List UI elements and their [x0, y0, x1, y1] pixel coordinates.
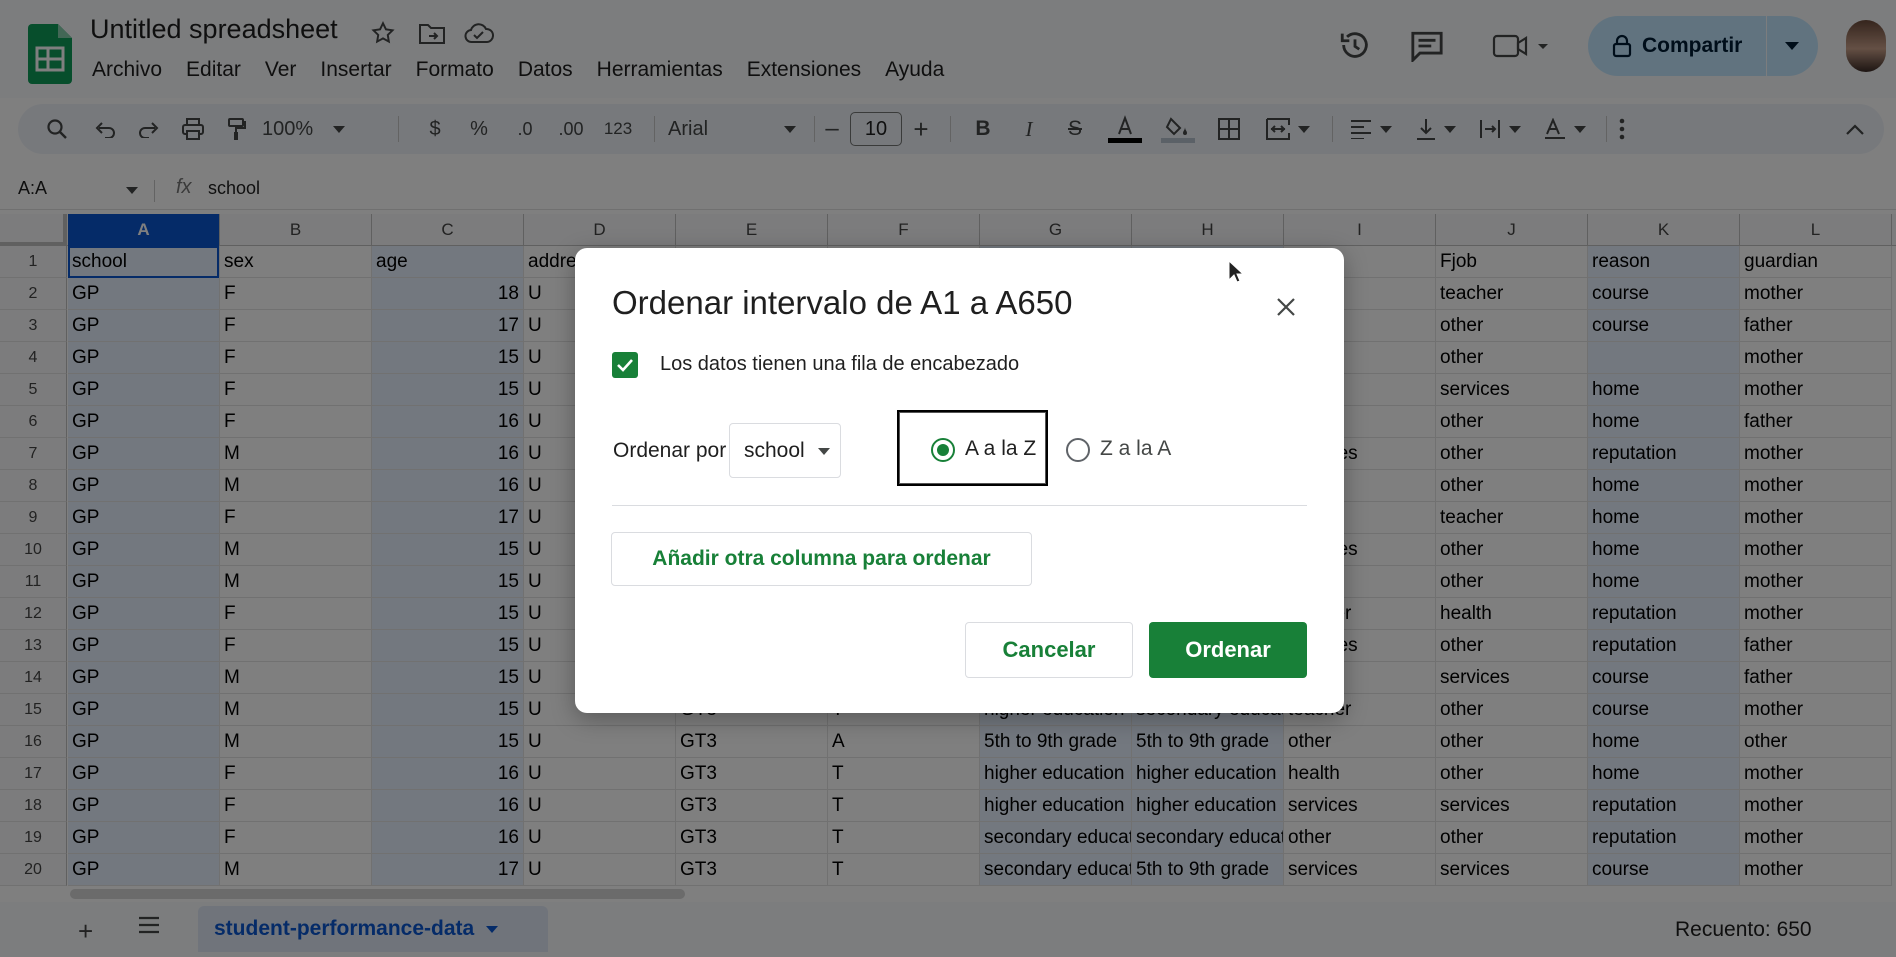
header-row-label: Los datos tienen una fila de encabezado: [660, 353, 1020, 375]
sort-range-dialog: Ordenar intervalo de A1 a A650 Los datos…: [575, 248, 1344, 713]
order-za-label[interactable]: Z a la A: [1100, 437, 1171, 461]
dialog-divider: [612, 505, 1307, 506]
order-az-radio[interactable]: [931, 438, 955, 462]
dialog-title: Ordenar intervalo de A1 a A650: [612, 284, 1073, 321]
sort-column-chevron-down-icon: [818, 448, 830, 455]
add-sort-column-button[interactable]: Añadir otra columna para ordenar: [611, 532, 1032, 586]
sort-button[interactable]: Ordenar: [1149, 622, 1307, 678]
sort-by-label: Ordenar por: [613, 439, 727, 462]
order-az-label[interactable]: A a la Z: [965, 437, 1036, 461]
spreadsheet-app: Untitled spreadsheet Archivo Editar Ver …: [0, 0, 1896, 957]
sort-column-select[interactable]: school: [729, 423, 841, 478]
order-za-radio[interactable]: [1066, 438, 1090, 462]
checkmark-icon: [617, 359, 633, 372]
cancel-button[interactable]: Cancelar: [965, 622, 1133, 678]
header-row-checkbox[interactable]: [612, 352, 638, 378]
close-icon[interactable]: [1271, 292, 1301, 322]
sort-column-value: school: [744, 438, 805, 462]
mouse-pointer-icon: [1228, 260, 1244, 284]
